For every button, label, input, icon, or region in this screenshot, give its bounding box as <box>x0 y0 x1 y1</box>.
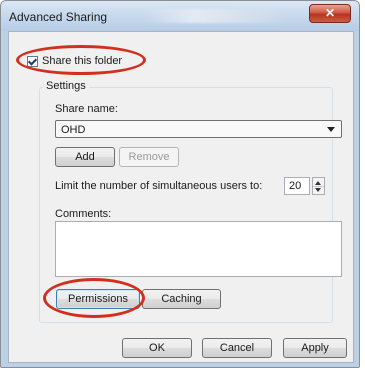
user-limit-spinner[interactable] <box>312 177 325 195</box>
add-button[interactable]: Add <box>55 147 115 167</box>
settings-group-title: Settings <box>43 80 89 92</box>
close-icon: ✕ <box>324 6 336 20</box>
user-limit-label: Limit the number of simultaneous users t… <box>55 180 263 192</box>
comments-label: Comments: <box>55 208 112 220</box>
comments-textarea[interactable] <box>55 221 342 277</box>
share-name-value: OHD <box>61 124 86 136</box>
share-folder-highlight <box>16 45 146 75</box>
caching-button[interactable]: Caching <box>142 289 221 309</box>
dropdown-arrow-icon <box>327 127 335 132</box>
cancel-button[interactable]: Cancel <box>202 338 272 358</box>
user-limit-input[interactable]: 20 <box>284 177 310 195</box>
share-name-label: Share name: <box>55 103 118 115</box>
remove-button[interactable]: Remove <box>119 147 179 167</box>
blurred-title-area <box>141 9 291 23</box>
window-title: Advanced Sharing <box>9 10 108 24</box>
spin-down-icon[interactable] <box>315 188 321 192</box>
share-name-dropdown[interactable]: OHD <box>55 120 342 138</box>
advanced-sharing-dialog: Advanced Sharing ✕ Share this folder Set… <box>0 0 360 368</box>
apply-button[interactable]: Apply <box>283 338 347 358</box>
close-button[interactable]: ✕ <box>309 4 351 23</box>
dialog-body: Share this folder Settings Share name: O… <box>8 31 354 363</box>
ok-button[interactable]: OK <box>122 338 192 358</box>
title-bar[interactable]: Advanced Sharing ✕ <box>1 1 359 31</box>
permissions-highlight <box>43 278 145 318</box>
spinner-divider <box>313 186 324 187</box>
spin-up-icon[interactable] <box>315 181 321 185</box>
